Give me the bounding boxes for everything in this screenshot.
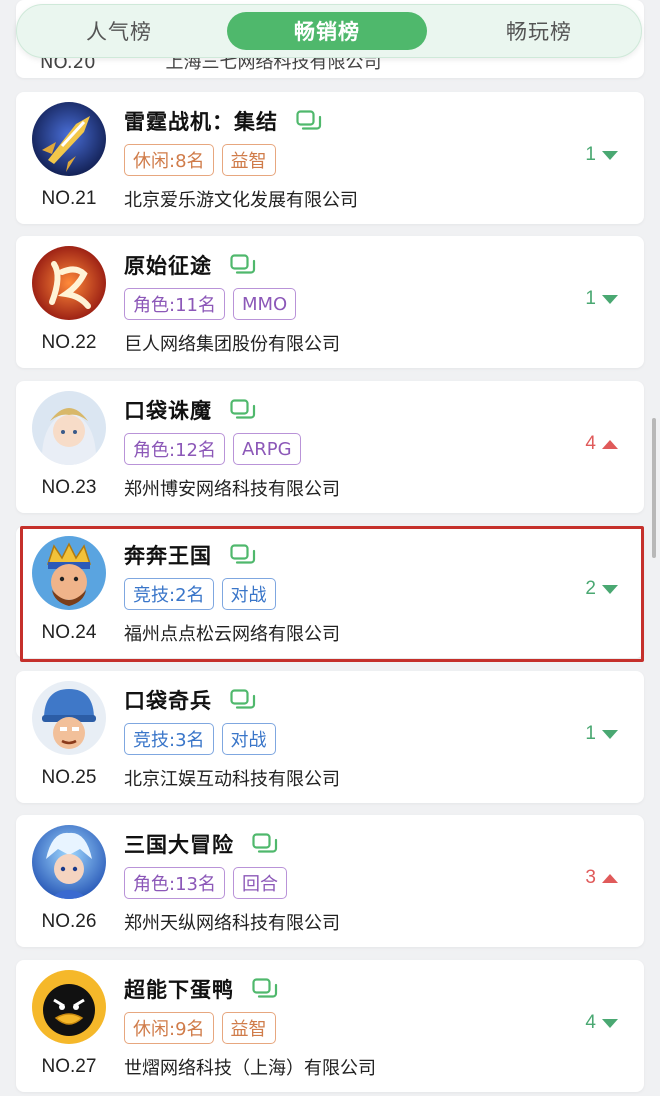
fairy-girl-avatar[interactable] bbox=[32, 391, 106, 465]
calligraphy-avatar[interactable] bbox=[32, 246, 106, 320]
tag-list: 休闲:8名 益智 bbox=[124, 144, 276, 176]
category-tag[interactable]: 益智 bbox=[221, 1012, 276, 1044]
rank-change: 3 bbox=[585, 867, 618, 889]
rank-label: NO.25 bbox=[41, 767, 97, 788]
company-name: 郑州博安网络科技有限公司 bbox=[124, 479, 340, 500]
game-name[interactable]: 超能下蛋鸭 bbox=[124, 974, 278, 1004]
rank-change: 4 bbox=[585, 1012, 618, 1034]
category-tag[interactable]: 益智 bbox=[221, 144, 276, 176]
company-name: 北京江娱互动科技有限公司 bbox=[124, 769, 340, 790]
company-name: 郑州天纵网络科技有限公司 bbox=[124, 913, 340, 934]
game-card-25[interactable]: NO.25 口袋奇兵 竞技:3名 对战 北京江娱互动科技有限公司 1 bbox=[16, 671, 644, 803]
game-card-24[interactable]: NO.24 奔奔王国 竞技:2名 对战 福州点点松云网络有限公司 2 bbox=[16, 526, 644, 658]
game-name-text: 奔奔王国 bbox=[124, 544, 212, 568]
tag-list: 角色:13名 回合 bbox=[124, 867, 287, 899]
game-name-text: 三国大冒险 bbox=[124, 833, 234, 857]
category-tag[interactable]: 竞技:2名 bbox=[124, 578, 214, 610]
rank-label: NO.23 bbox=[41, 477, 97, 498]
chat-bubble-icon[interactable] bbox=[252, 978, 278, 1000]
chat-bubble-icon[interactable] bbox=[296, 110, 322, 132]
fighter-jet-avatar[interactable] bbox=[32, 102, 106, 176]
scrollbar[interactable] bbox=[652, 418, 656, 558]
tab-popular[interactable]: 人气榜 bbox=[17, 12, 221, 50]
chart-tabs: 人气榜 畅销榜 畅玩榜 bbox=[16, 4, 642, 58]
game-name-text: 口袋诛魔 bbox=[124, 399, 212, 423]
category-tag[interactable]: MMO bbox=[232, 288, 297, 320]
rank-change: 1 bbox=[585, 288, 618, 310]
rank-change-value: 1 bbox=[585, 288, 596, 309]
game-card-27[interactable]: NO.27 超能下蛋鸭 休闲:9名 益智 世熠网络科技（上海）有限公司 4 bbox=[16, 960, 644, 1092]
rank-change-value: 3 bbox=[585, 867, 596, 888]
category-tag[interactable]: 休闲:9名 bbox=[124, 1012, 214, 1044]
rank-change: 4 bbox=[585, 433, 618, 455]
rank-label: NO.27 bbox=[41, 1056, 97, 1077]
company-name: 北京爱乐游文化发展有限公司 bbox=[124, 190, 358, 211]
king-avatar[interactable] bbox=[32, 536, 106, 610]
tag-list: 角色:11名 MMO bbox=[124, 288, 297, 320]
arrow-down-icon bbox=[602, 150, 618, 160]
game-name[interactable]: 奔奔王国 bbox=[124, 540, 256, 570]
arrow-down-icon bbox=[602, 729, 618, 739]
chat-bubble-icon[interactable] bbox=[230, 254, 256, 276]
game-name[interactable]: 原始征途 bbox=[124, 250, 256, 280]
chat-bubble-icon[interactable] bbox=[230, 399, 256, 421]
rank-label: NO.26 bbox=[41, 911, 97, 932]
warrior-avatar[interactable] bbox=[32, 825, 106, 899]
tag-list: 休闲:9名 益智 bbox=[124, 1012, 276, 1044]
chat-bubble-icon[interactable] bbox=[230, 544, 256, 566]
category-tag[interactable]: 对战 bbox=[221, 578, 276, 610]
company-name: 世熠网络科技（上海）有限公司 bbox=[124, 1058, 376, 1079]
category-tag[interactable]: 角色:11名 bbox=[124, 288, 225, 320]
game-name[interactable]: 口袋诛魔 bbox=[124, 395, 256, 425]
rank-change: 1 bbox=[585, 723, 618, 745]
rank-change-value: 1 bbox=[585, 723, 596, 744]
game-name[interactable]: 雷霆战机：集结 bbox=[124, 106, 322, 136]
rank-label: NO.21 bbox=[41, 188, 97, 209]
game-name[interactable]: 口袋奇兵 bbox=[124, 685, 256, 715]
game-name[interactable]: 三国大冒险 bbox=[124, 829, 278, 859]
duck-avatar[interactable] bbox=[32, 970, 106, 1044]
category-tag[interactable]: ARPG bbox=[232, 433, 301, 465]
arrow-down-icon bbox=[602, 294, 618, 304]
game-name-text: 超能下蛋鸭 bbox=[124, 978, 234, 1002]
game-name-text: 雷霆战机：集结 bbox=[124, 110, 278, 134]
game-name-text: 口袋奇兵 bbox=[124, 689, 212, 713]
rank-change-value: 4 bbox=[585, 433, 596, 454]
chat-bubble-icon[interactable] bbox=[252, 833, 278, 855]
rank-label: NO.24 bbox=[41, 622, 97, 643]
tag-list: 竞技:2名 对战 bbox=[124, 578, 276, 610]
category-tag[interactable]: 回合 bbox=[232, 867, 287, 899]
rank-change: 1 bbox=[585, 144, 618, 166]
category-tag[interactable]: 竞技:3名 bbox=[124, 723, 214, 755]
company-name: 巨人网络集团股份有限公司 bbox=[124, 334, 340, 355]
category-tag[interactable]: 休闲:8名 bbox=[124, 144, 214, 176]
tag-list: 竞技:3名 对战 bbox=[124, 723, 276, 755]
category-tag[interactable]: 角色:13名 bbox=[124, 867, 225, 899]
company-name: 福州点点松云网络有限公司 bbox=[124, 624, 340, 645]
chat-bubble-icon[interactable] bbox=[230, 689, 256, 711]
category-tag[interactable]: 角色:12名 bbox=[124, 433, 225, 465]
arrow-up-icon bbox=[602, 439, 618, 449]
arrow-up-icon bbox=[602, 873, 618, 883]
game-name-text: 原始征途 bbox=[124, 254, 212, 278]
game-card-26[interactable]: NO.26 三国大冒险 角色:13名 回合 郑州天纵网络科技有限公司 3 bbox=[16, 815, 644, 947]
rank-change: 2 bbox=[585, 578, 618, 600]
game-card-23[interactable]: NO.23 口袋诛魔 角色:12名 ARPG 郑州博安网络科技有限公司 4 bbox=[16, 381, 644, 513]
tab-most-played[interactable]: 畅玩榜 bbox=[437, 12, 641, 50]
rank-change-value: 4 bbox=[585, 1012, 596, 1033]
rank-label: NO.22 bbox=[41, 332, 97, 353]
rank-change-value: 2 bbox=[585, 578, 596, 599]
rank-change-value: 1 bbox=[585, 144, 596, 165]
arrow-down-icon bbox=[602, 1018, 618, 1028]
soldier-avatar[interactable] bbox=[32, 681, 106, 755]
tag-list: 角色:12名 ARPG bbox=[124, 433, 301, 465]
category-tag[interactable]: 对战 bbox=[221, 723, 276, 755]
arrow-down-icon bbox=[602, 584, 618, 594]
game-card-21[interactable]: NO.21 雷霆战机：集结 休闲:8名 益智 北京爱乐游文化发展有限公司 1 bbox=[16, 92, 644, 224]
game-card-22[interactable]: NO.22 原始征途 角色:11名 MMO 巨人网络集团股份有限公司 1 bbox=[16, 236, 644, 368]
tab-bestselling[interactable]: 畅销榜 bbox=[227, 12, 427, 50]
